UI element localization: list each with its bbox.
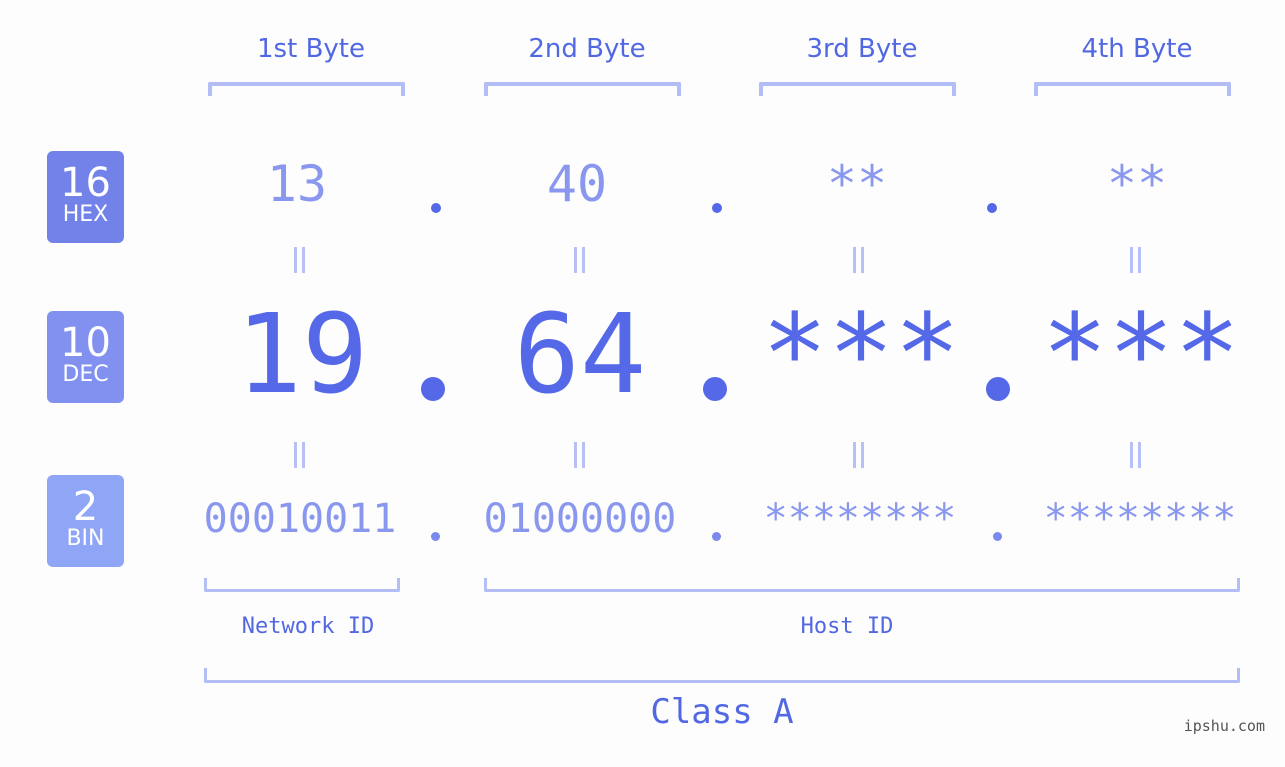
dec-byte-1: 19 [235,290,369,418]
equals-marker [290,247,310,273]
bin-separator-dot [431,532,440,541]
hex-byte-2: 40 [546,155,608,213]
network-id-bracket [204,578,400,592]
class-bracket [204,668,1240,683]
equals-marker [849,442,869,468]
dec-byte-2: 64 [513,290,647,418]
hex-byte-4: ** [1106,155,1168,213]
class-label: Class A [650,692,794,732]
hex-base-label: HEX [62,202,109,227]
dec-base-label: DEC [62,362,109,387]
bin-base-label: BIN [66,526,105,551]
network-id-label: Network ID [241,614,375,639]
dec-byte-4: *** [1041,290,1241,418]
equals-marker [1126,442,1146,468]
equals-marker [570,442,590,468]
dec-byte-3: *** [761,290,961,418]
byte-header-1: 1st Byte [257,34,365,64]
hex-separator-dot [712,203,722,213]
bin-separator-dot [712,532,721,541]
bin-byte-2: 01000000 [483,496,677,542]
dec-badge: 10 DEC [47,311,124,403]
byte-header-4: 4th Byte [1081,34,1193,64]
hex-badge: 16 HEX [47,151,124,243]
byte-header-2: 2nd Byte [528,34,646,64]
bin-byte-4: ******** [1043,496,1237,542]
hex-byte-1: 13 [266,155,328,213]
bin-badge: 2 BIN [47,475,124,567]
bin-byte-1: 00010011 [203,496,397,542]
byte-bracket-1 [208,82,405,96]
bin-base-number: 2 [72,484,99,530]
watermark: ipshu.com [1183,717,1265,735]
equals-marker [290,442,310,468]
dec-base-number: 10 [60,320,111,366]
dec-separator-dot [986,377,1010,401]
hex-base-number: 16 [60,160,111,206]
bin-separator-dot [993,532,1002,541]
byte-bracket-4 [1034,82,1231,96]
byte-bracket-2 [484,82,681,96]
dec-separator-dot [703,377,727,401]
equals-marker [570,247,590,273]
hex-separator-dot [987,203,997,213]
byte-header-3: 3rd Byte [806,34,918,64]
bin-byte-3: ******** [763,496,957,542]
host-id-bracket [484,578,1240,592]
hex-separator-dot [431,203,441,213]
equals-marker [849,247,869,273]
hex-byte-3: ** [826,155,888,213]
equals-marker [1126,247,1146,273]
byte-bracket-3 [759,82,956,96]
dec-separator-dot [421,377,445,401]
host-id-label: Host ID [800,614,894,639]
